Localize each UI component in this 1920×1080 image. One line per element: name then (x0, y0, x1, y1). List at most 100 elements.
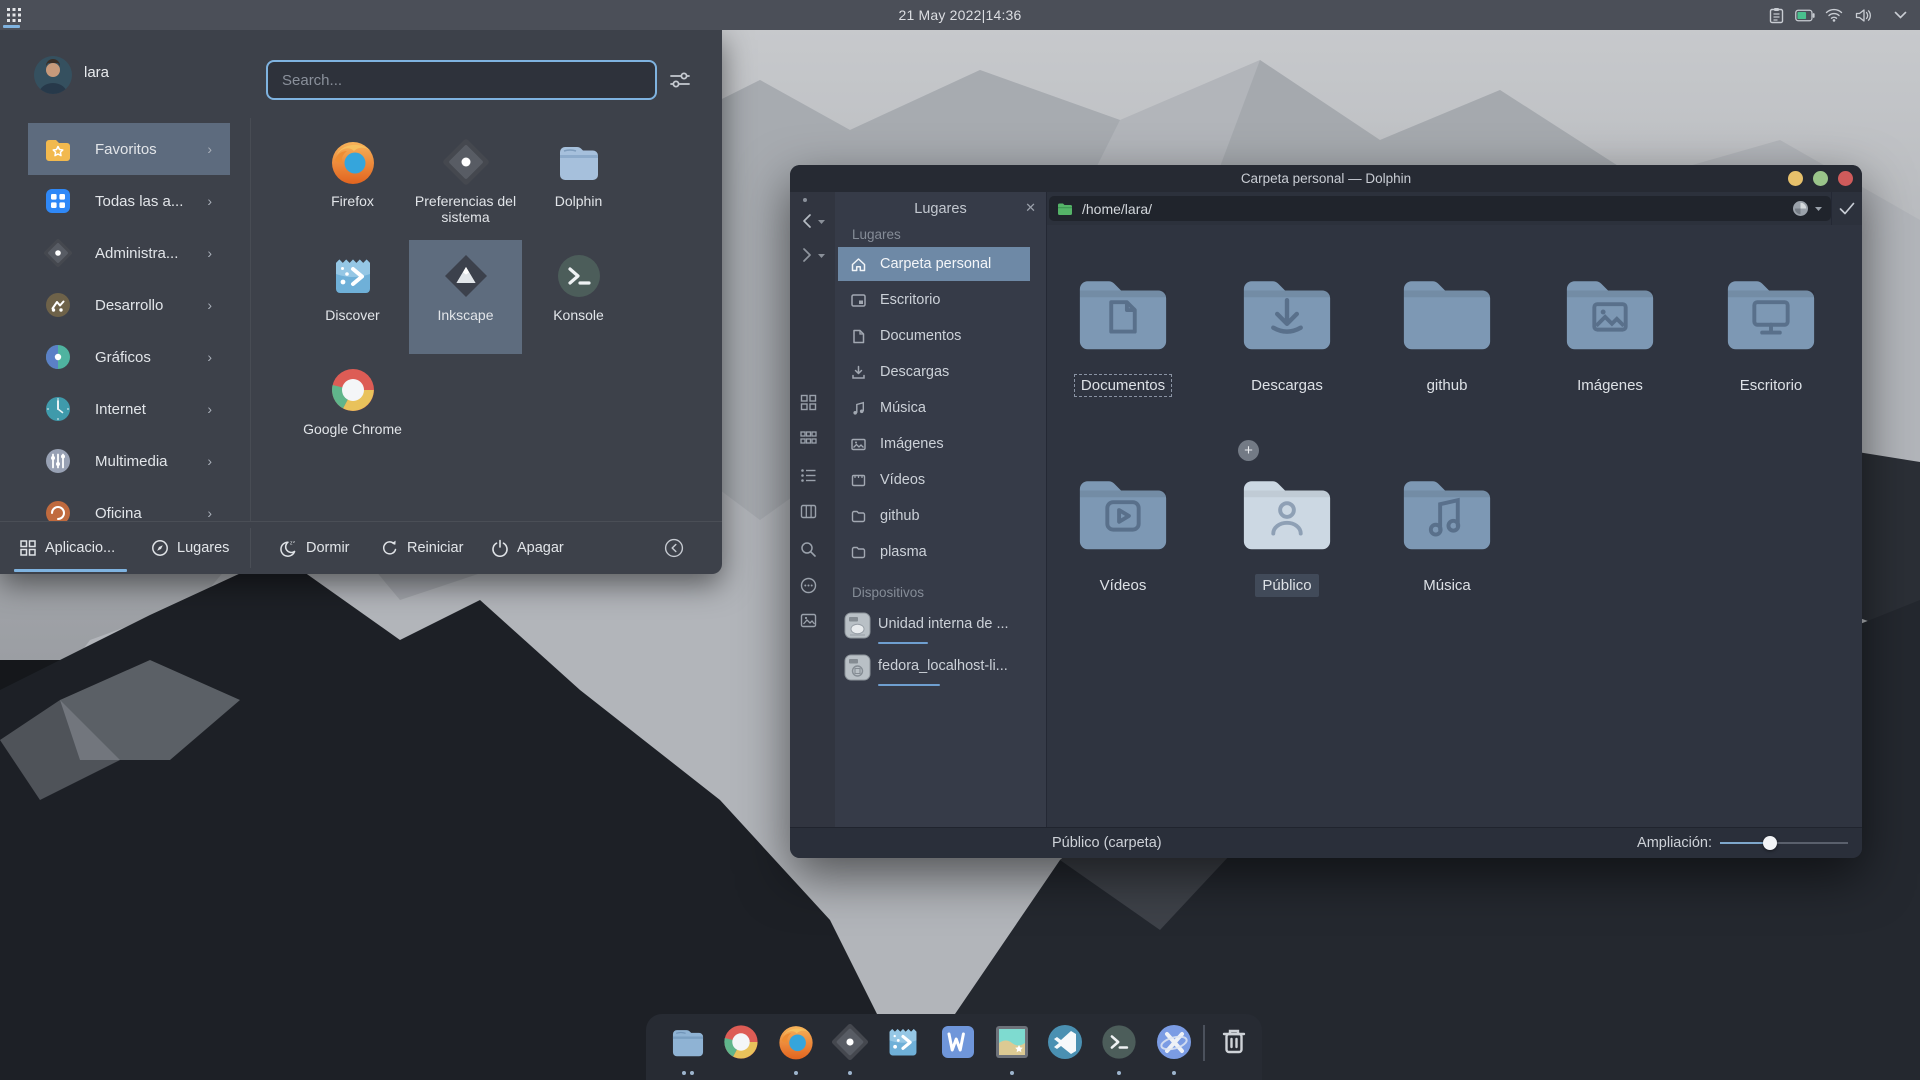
folder-musica[interactable]: Música (1382, 470, 1512, 597)
category-administration[interactable]: Administra... › (0, 227, 250, 279)
folder-imagenes[interactable]: Imágenes (1545, 270, 1675, 397)
dock-gwenview[interactable] (993, 1023, 1031, 1061)
app-firefox[interactable]: Firefox (296, 126, 409, 240)
free-space-icon[interactable] (1792, 200, 1809, 217)
category-multimedia[interactable]: Multimedia › (0, 435, 250, 487)
volume-icon[interactable] (1853, 5, 1873, 25)
dock-separator (1203, 1025, 1205, 1061)
chevron-down-icon[interactable] (1890, 5, 1910, 25)
category-favoritos[interactable]: Favoritos › (0, 123, 250, 175)
configure-icon[interactable] (668, 68, 692, 92)
folder-descargas[interactable]: Descargas (1222, 270, 1352, 397)
minimize-button[interactable] (1788, 171, 1803, 186)
tab-applications[interactable]: Aplicacio... (19, 522, 115, 574)
category-internet[interactable]: Internet › (0, 383, 250, 435)
forward-dropdown-icon[interactable] (817, 253, 826, 259)
clipboard-icon[interactable] (1766, 5, 1786, 25)
compact-view-button[interactable] (800, 429, 817, 446)
battery-icon[interactable] (1795, 5, 1815, 25)
url-dropdown-icon[interactable] (1814, 206, 1823, 212)
app-system-settings[interactable]: Preferencias del sistema (409, 126, 522, 240)
details-view-button[interactable] (800, 467, 817, 484)
tab-places[interactable]: Lugares (151, 522, 229, 574)
pictures-icon (850, 436, 867, 453)
category-all-apps[interactable]: Todas las a... › (0, 175, 250, 227)
places-panel-header: Lugares ✕ (835, 192, 1046, 225)
restart-button[interactable]: Reiniciar (381, 522, 463, 574)
device-fedora-root[interactable]: fedora_localhost-li... (838, 649, 1043, 689)
panel-handle-dot (803, 198, 807, 202)
back-dropdown-icon[interactable] (817, 219, 826, 225)
icons-view-button[interactable] (800, 394, 817, 411)
place-pictures[interactable]: Imágenes (838, 427, 1030, 461)
app-konsole[interactable]: Konsole (522, 240, 635, 354)
category-development[interactable]: Desarrollo › (0, 279, 250, 331)
place-desktop[interactable]: Escritorio (838, 283, 1030, 317)
columns-view-button[interactable] (800, 503, 817, 520)
dock-google-chrome[interactable] (722, 1023, 760, 1061)
forward-button[interactable] (800, 247, 817, 264)
sleep-button[interactable]: zz Dormir (279, 522, 350, 574)
folder-icon (1238, 270, 1336, 354)
place-github[interactable]: github (838, 499, 1030, 533)
collapse-button[interactable] (664, 522, 684, 574)
terminal-check-button[interactable] (1831, 192, 1862, 225)
folder-documentos[interactable]: Documentos (1058, 270, 1188, 397)
user-avatar[interactable] (34, 56, 72, 94)
search-button[interactable] (800, 541, 817, 558)
category-office[interactable]: Oficina › (0, 487, 250, 521)
app-google-chrome[interactable]: Google Chrome (296, 354, 409, 468)
maximize-button[interactable] (1813, 171, 1828, 186)
favorites-folder-icon (43, 134, 73, 164)
back-button[interactable] (800, 213, 817, 230)
graphics-icon (43, 342, 73, 372)
app-inkscape[interactable]: Inkscape (409, 240, 522, 354)
place-home[interactable]: Carpeta personal (838, 247, 1030, 281)
wifi-icon[interactable] (1824, 5, 1844, 25)
close-panel-icon[interactable]: ✕ (1025, 200, 1036, 216)
dock-firefox[interactable] (777, 1023, 815, 1061)
dock-writer[interactable] (939, 1023, 977, 1061)
place-plasma[interactable]: plasma (838, 535, 1030, 569)
preview-button[interactable] (800, 612, 817, 629)
folder-escritorio[interactable]: Escritorio (1706, 270, 1836, 397)
folder-videos[interactable]: Vídeos (1058, 470, 1188, 597)
dock-trash[interactable] (1215, 1023, 1253, 1061)
place-music[interactable]: Música (838, 391, 1030, 425)
system-tray (1766, 0, 1910, 30)
close-button[interactable] (1838, 171, 1853, 186)
search-input[interactable] (266, 60, 657, 100)
dock-discover[interactable] (884, 1023, 922, 1061)
clock[interactable]: 21 May 2022|14:36 (0, 0, 1920, 30)
category-graphics[interactable]: Gráficos › (0, 331, 250, 383)
folder-view: Documentos Descargas github Imágenes Esc… (1047, 225, 1862, 828)
user-name: lara (84, 64, 109, 81)
capacity-bar (878, 642, 928, 644)
place-documents[interactable]: Documentos (838, 319, 1030, 353)
development-icon (43, 290, 73, 320)
app-dolphin[interactable]: Dolphin (522, 126, 635, 240)
place-downloads[interactable]: Descargas (838, 355, 1030, 389)
device-internal-drive[interactable]: Unidad interna de ... (838, 607, 1043, 647)
xorg-icon (1155, 1023, 1193, 1061)
document-icon (850, 328, 867, 345)
writer-w-icon (939, 1023, 977, 1061)
folder-github[interactable]: github (1382, 270, 1512, 397)
active-tab-underline (14, 569, 127, 572)
power-icon (491, 539, 509, 557)
folder-publico[interactable]: + Público (1222, 470, 1352, 597)
capacity-bar (878, 684, 940, 686)
zoom-slider[interactable] (1720, 828, 1848, 858)
dock-dolphin[interactable] (669, 1023, 707, 1061)
slider-thumb[interactable] (1763, 836, 1777, 850)
location-bar[interactable]: /home/lara/ (1049, 196, 1831, 221)
app-discover[interactable]: Discover (296, 240, 409, 354)
dock-system-settings[interactable] (831, 1023, 869, 1061)
dock-konsole[interactable] (1100, 1023, 1138, 1061)
dolphin-toolbar: /home/lara/ (1047, 192, 1862, 225)
shutdown-button[interactable]: Apagar (491, 522, 564, 574)
dock-vscode[interactable] (1046, 1023, 1084, 1061)
more-options-button[interactable] (800, 577, 817, 594)
place-videos[interactable]: Vídeos (838, 463, 1030, 497)
dock-xorg[interactable] (1155, 1023, 1193, 1061)
